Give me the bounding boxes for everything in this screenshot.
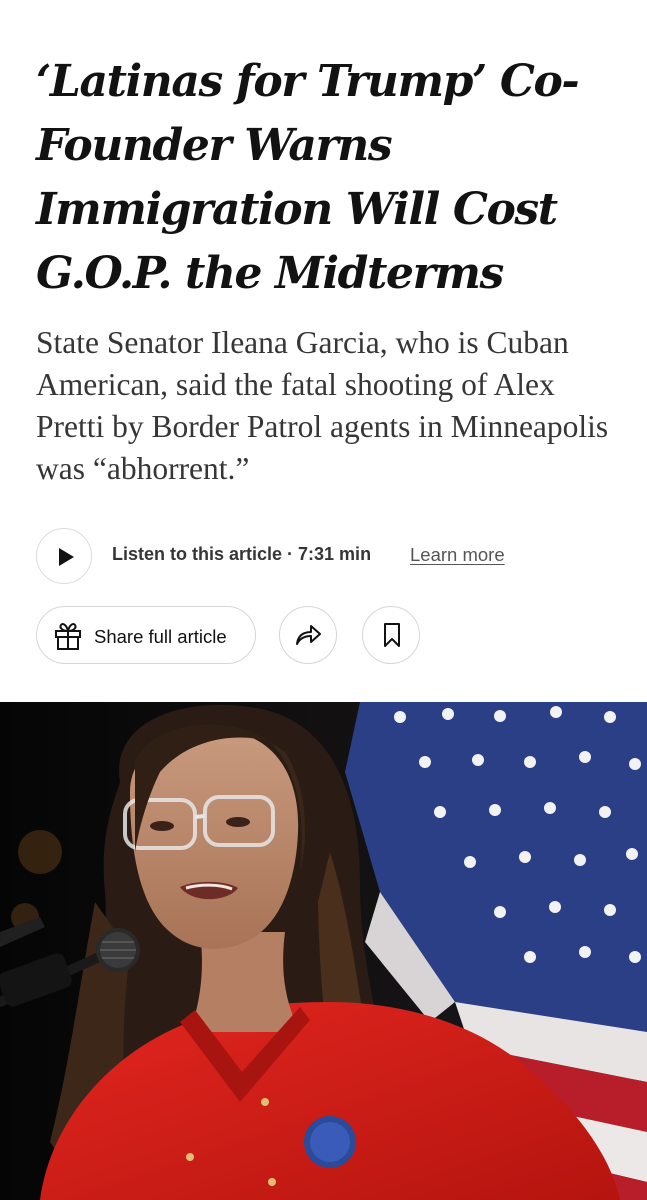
share-button[interactable] bbox=[279, 606, 337, 664]
article-summary: State Senator Ileana Garcia, who is Cuba… bbox=[36, 325, 609, 486]
play-button[interactable] bbox=[36, 528, 92, 584]
share-full-article-label: Share full article bbox=[94, 626, 227, 647]
play-icon bbox=[59, 548, 74, 566]
share-full-article-button[interactable]: Share full article bbox=[36, 606, 256, 664]
speaker-photo-illustration bbox=[0, 702, 647, 1200]
article-headline: ‘Latinas for Trump’ Co-Founder Warns Imm… bbox=[36, 56, 580, 299]
article-photo bbox=[0, 702, 647, 1200]
listen-label[interactable]: Listen to this article · 7:31 min bbox=[112, 544, 371, 565]
article-actions: Share full article bbox=[36, 606, 636, 666]
learn-more-link[interactable]: Learn more bbox=[410, 544, 505, 566]
gift-icon bbox=[55, 622, 81, 650]
audio-player: Listen to this article · 7:31 min Learn … bbox=[36, 528, 636, 586]
bookmark-icon bbox=[384, 623, 400, 647]
share-arrow-icon bbox=[296, 625, 321, 645]
save-button[interactable] bbox=[362, 606, 420, 664]
